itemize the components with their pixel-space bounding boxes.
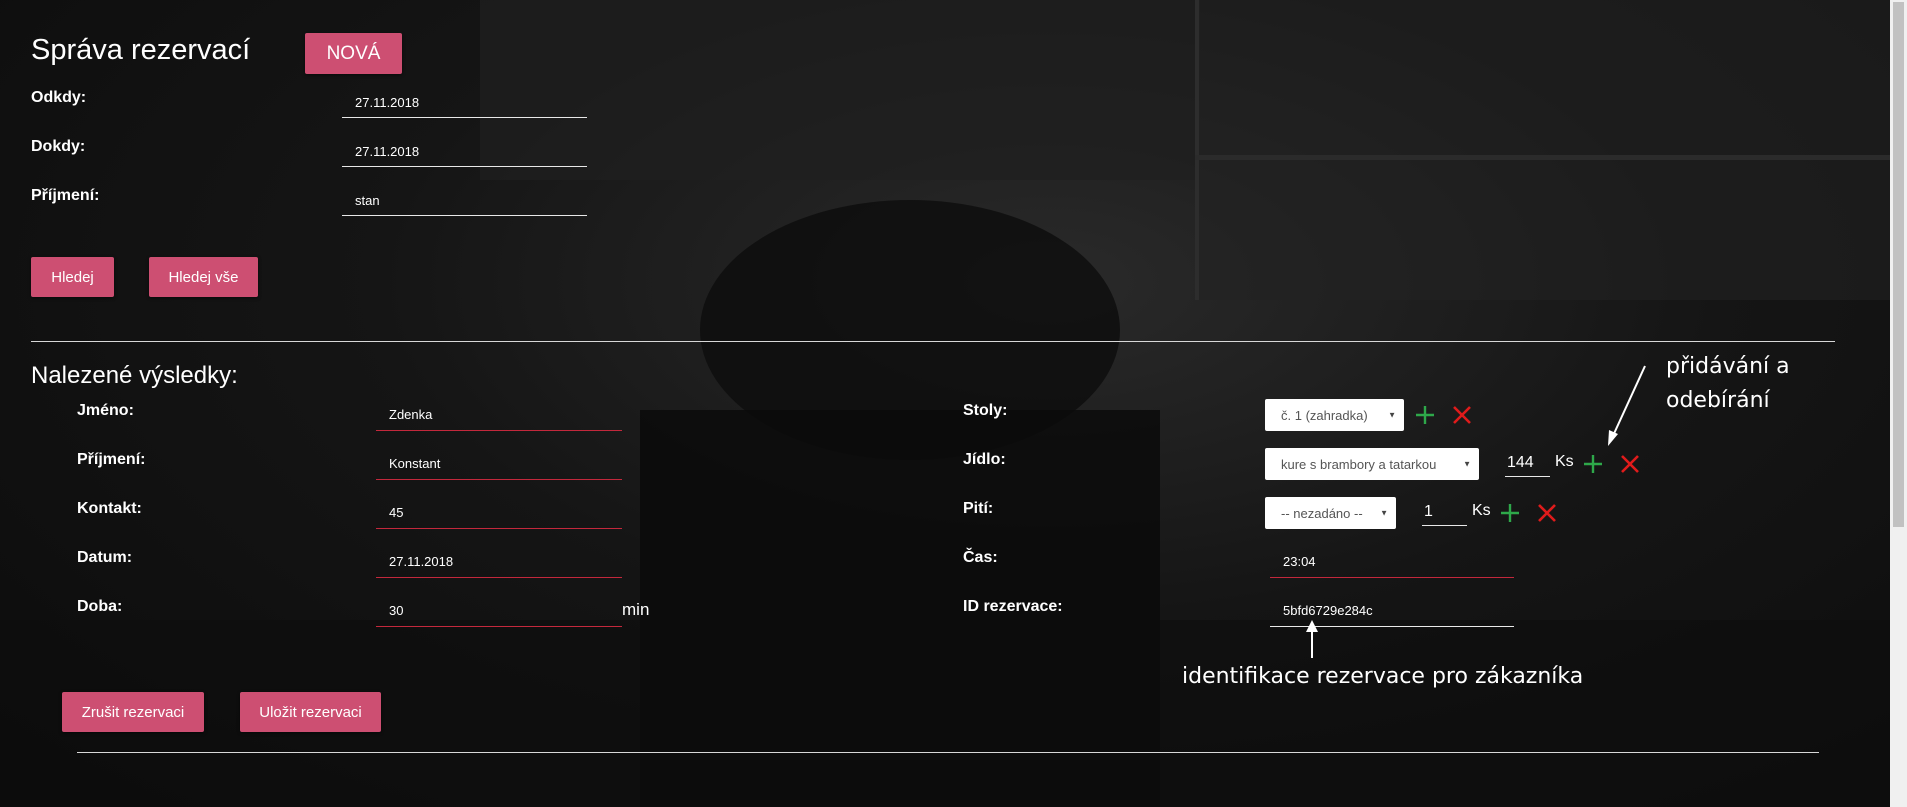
tables-label: Stoly: — [963, 402, 1008, 419]
section-divider — [31, 341, 1835, 342]
duration-label: Doba: — [77, 598, 123, 615]
remove-drink-icon[interactable] — [1536, 502, 1558, 524]
duration-input[interactable] — [376, 595, 622, 627]
remove-table-icon[interactable] — [1451, 404, 1473, 426]
contact-label: Kontakt: — [77, 500, 142, 517]
search-all-button[interactable]: Hledej vše — [149, 257, 258, 297]
drink-select[interactable]: -- nezadáno -- ▼ — [1265, 497, 1396, 529]
food-quantity-input[interactable] — [1505, 450, 1550, 477]
id-annotation: identifikace rezervace pro zákazníka — [1182, 664, 1584, 689]
tables-select[interactable]: č. 1 (zahradka) ▼ — [1265, 399, 1404, 431]
caret-down-icon: ▼ — [1380, 508, 1388, 518]
surname-search-input[interactable] — [342, 186, 587, 216]
food-select[interactable]: kure s brambory a tatarkou ▼ — [1265, 448, 1479, 480]
results-title: Nalezené výsledky: — [31, 362, 238, 389]
surname-search-label: Příjmení: — [31, 187, 100, 204]
drink-quantity-unit: Ks — [1472, 502, 1491, 519]
date-label: Datum: — [77, 549, 133, 566]
page-title: Správa rezervací — [31, 34, 251, 66]
cancel-reservation-button[interactable]: Zrušit rezervaci — [62, 692, 204, 732]
new-reservation-button[interactable]: NOVÁ — [305, 33, 402, 74]
time-input[interactable] — [1270, 546, 1514, 578]
date-input[interactable] — [376, 546, 622, 578]
vertical-scrollbar[interactable] — [1890, 0, 1907, 807]
time-label: Čas: — [963, 549, 998, 566]
add-drink-icon[interactable] — [1499, 502, 1521, 524]
first-name-label: Jméno: — [77, 402, 134, 419]
reservation-id-label: ID rezervace: — [963, 598, 1063, 615]
caret-down-icon: ▼ — [1463, 459, 1471, 469]
duration-unit: min — [622, 600, 650, 619]
to-date-input[interactable] — [342, 137, 587, 167]
first-name-input[interactable] — [376, 399, 622, 431]
add-food-icon[interactable] — [1582, 453, 1604, 475]
bottom-divider — [77, 752, 1819, 753]
to-date-label: Dokdy: — [31, 138, 86, 155]
from-date-label: Odkdy: — [31, 89, 87, 106]
add-table-icon[interactable] — [1414, 404, 1436, 426]
food-label: Jídlo: — [963, 451, 1006, 468]
search-button[interactable]: Hledej — [31, 257, 114, 297]
remove-food-icon[interactable] — [1619, 453, 1641, 475]
caret-down-icon: ▼ — [1388, 410, 1396, 420]
save-reservation-button[interactable]: Uložit rezervaci — [240, 692, 381, 732]
annotation-arrow-icon — [1306, 620, 1318, 658]
drink-label: Pití: — [963, 500, 994, 517]
surname-label: Příjmení: — [77, 451, 146, 468]
add-remove-annotation: přidávání a odebírání — [1666, 354, 1790, 413]
contact-input[interactable] — [376, 497, 622, 529]
from-date-input[interactable] — [342, 88, 587, 118]
drink-quantity-input[interactable] — [1422, 499, 1467, 526]
food-quantity-unit: Ks — [1555, 453, 1574, 470]
scrollbar-thumb[interactable] — [1893, 2, 1904, 527]
surname-input[interactable] — [376, 448, 622, 480]
annotation-arrow-icon — [1608, 365, 1646, 446]
